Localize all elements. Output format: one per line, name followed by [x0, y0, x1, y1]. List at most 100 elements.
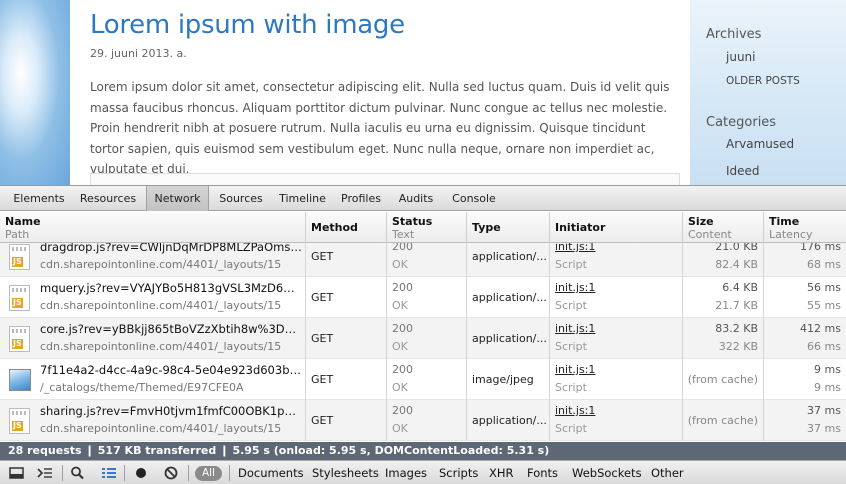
request-name[interactable]: core.js?rev=yBBkjj865tBoVZzXbtih8w%3D%3D [40, 322, 302, 336]
tab-resources[interactable]: Resources [74, 186, 142, 211]
category-link-arvamused[interactable]: Arvamused [726, 137, 794, 151]
toolbar-separator [62, 465, 63, 481]
filter-documents[interactable]: Documents [238, 461, 304, 484]
time-cell: 9 ms 9 ms [764, 359, 846, 400]
filter-websockets[interactable]: WebSockets [572, 461, 642, 484]
transfer-size: 21.0 KB [715, 243, 758, 253]
status-text: OK [392, 258, 408, 271]
devtools-panel: Elements Resources Network Sources Timel… [0, 185, 846, 484]
initiator-link[interactable]: init.js:1 [555, 281, 595, 294]
archives-heading: Archives [706, 27, 762, 42]
category-link-ideed[interactable]: Ideed [726, 164, 760, 178]
status-cell: 200 OK [387, 318, 467, 359]
table-row[interactable]: JS core.js?rev=yBBkjj865tBoVZzXbtih8w%3D… [0, 318, 846, 359]
filter-stylesheets[interactable]: Stylesheets [312, 461, 379, 484]
column-header-method[interactable]: Method [306, 212, 387, 243]
dock-icon[interactable] [8, 465, 26, 481]
request-name-cell: JS mquery.js?rev=VYAJYBo5H813gVSL3MzD6A%… [0, 277, 306, 318]
type-cell: application/... [467, 243, 550, 277]
older-posts-link[interactable]: OLDER POSTS [726, 75, 800, 87]
initiator-link[interactable]: init.js:1 [555, 243, 595, 253]
table-row[interactable]: JS mquery.js?rev=VYAJYBo5H813gVSL3MzD6A%… [0, 277, 846, 318]
filter-other[interactable]: Other [651, 461, 684, 484]
console-drawer-icon[interactable] [36, 465, 54, 481]
column-header-size[interactable]: Size Content [683, 212, 764, 243]
total-time: 56 ms [807, 281, 841, 294]
status-cell: 200 OK [387, 243, 467, 277]
request-path: cdn.sharepointonline.com/4401/_layouts/1… [40, 340, 282, 353]
network-request-list: JS dragdrop.js?rev=CWljnDqMrDP8MLZPaOmsl… [0, 243, 846, 442]
request-name[interactable]: mquery.js?rev=VYAJYBo5H813gVSL3MzD6A%3D.… [40, 281, 302, 295]
toolbar-separator [188, 465, 189, 481]
search-icon[interactable] [69, 465, 87, 481]
table-row[interactable]: 7f11e4a2-d4cc-4a9c-98c4-5e04e923d603bkim… [0, 359, 846, 400]
initiator-type: Script [555, 299, 587, 312]
tab-timeline[interactable]: Timeline [275, 186, 330, 211]
summary-separator: ❙ [85, 444, 95, 457]
mime-type: application/... [472, 250, 547, 263]
request-name[interactable]: 7f11e4a2-d4cc-4a9c-98c4-5e04e923d603bkim… [40, 363, 302, 377]
column-header-initiator[interactable]: Initiator [550, 212, 683, 243]
request-method: GET [311, 291, 334, 304]
request-name-cell: JS core.js?rev=yBBkjj865tBoVZzXbtih8w%3D… [0, 318, 306, 359]
column-content-label: Content [688, 228, 732, 241]
latency: 66 ms [807, 340, 841, 353]
filter-images[interactable]: Images [385, 461, 427, 484]
size-cell: (from cache) [683, 400, 764, 441]
blog-sidebar: Archives juuni OLDER POSTS Categories Ar… [706, 0, 846, 185]
filter-all[interactable]: All [195, 466, 223, 481]
initiator-type: Script [555, 258, 587, 271]
column-header-name[interactable]: Name Path [0, 212, 306, 243]
post-title[interactable]: Lorem ipsum with image [90, 10, 405, 40]
record-icon[interactable] [132, 465, 150, 481]
table-row[interactable]: JS sharing.js?rev=FmvH0tjvm1fmfC00OBK1pA… [0, 400, 846, 441]
filter-xhr[interactable]: XHR [489, 461, 514, 484]
clear-icon[interactable] [162, 465, 180, 481]
type-cell: application/... [467, 277, 550, 318]
table-row[interactable]: JS dragdrop.js?rev=CWljnDqMrDP8MLZPaOmsl… [0, 243, 846, 277]
tab-audits[interactable]: Audits [392, 186, 440, 211]
js-file-icon: JS [9, 244, 30, 270]
type-cell: application/... [467, 400, 550, 441]
request-path: cdn.sharepointonline.com/4401/_layouts/1… [40, 422, 282, 435]
column-status-label: Status [392, 215, 433, 228]
method-cell: GET [306, 243, 387, 277]
tab-sources[interactable]: Sources [213, 186, 269, 211]
list-view-icon[interactable] [100, 465, 118, 481]
type-cell: application/... [467, 318, 550, 359]
request-method: GET [311, 332, 334, 345]
initiator-type: Script [555, 381, 587, 394]
initiator-link[interactable]: init.js:1 [555, 322, 595, 335]
initiator-link[interactable]: init.js:1 [555, 404, 595, 417]
size-cell: (from cache) [683, 359, 764, 400]
tab-console[interactable]: Console [447, 186, 501, 211]
toolbar-separator [124, 465, 125, 481]
devtools-bottom-toolbar: All Documents Stylesheets Images Scripts… [0, 460, 846, 484]
column-latency-label: Latency [769, 228, 813, 241]
column-header-type[interactable]: Type [467, 212, 550, 243]
status-code: 200 [392, 243, 413, 253]
column-type-label: Type [472, 221, 501, 234]
post-date: 29. juuni 2013. a. [90, 47, 187, 60]
tab-network[interactable]: Network [146, 186, 209, 211]
tab-profiles[interactable]: Profiles [335, 186, 387, 211]
method-cell: GET [306, 318, 387, 359]
filter-fonts[interactable]: Fonts [527, 461, 558, 484]
column-header-time[interactable]: Time Latency [764, 212, 846, 243]
initiator-cell: init.js:1 Script [550, 359, 683, 400]
tab-elements[interactable]: Elements [8, 186, 70, 211]
categories-heading: Categories [706, 115, 777, 130]
request-name[interactable]: sharing.js?rev=FmvH0tjvm1fmfC00OBK1pA%3D… [40, 404, 302, 418]
status-cell: 200 OK [387, 400, 467, 441]
filter-scripts[interactable]: Scripts [439, 461, 478, 484]
initiator-link[interactable]: init.js:1 [555, 363, 595, 376]
mime-type: image/jpeg [472, 373, 534, 386]
size-cell: 83.2 KB 322 KB [683, 318, 764, 359]
status-text: OK [392, 299, 408, 312]
column-header-status[interactable]: Status Text [387, 212, 467, 243]
archive-link-juuni[interactable]: juuni [726, 50, 755, 64]
content-size: 322 KB [718, 340, 758, 353]
latency: 9 ms [814, 381, 841, 394]
type-cell: image/jpeg [467, 359, 550, 400]
request-name[interactable]: dragdrop.js?rev=CWljnDqMrDP8MLZPaOmslg%.… [40, 243, 302, 254]
